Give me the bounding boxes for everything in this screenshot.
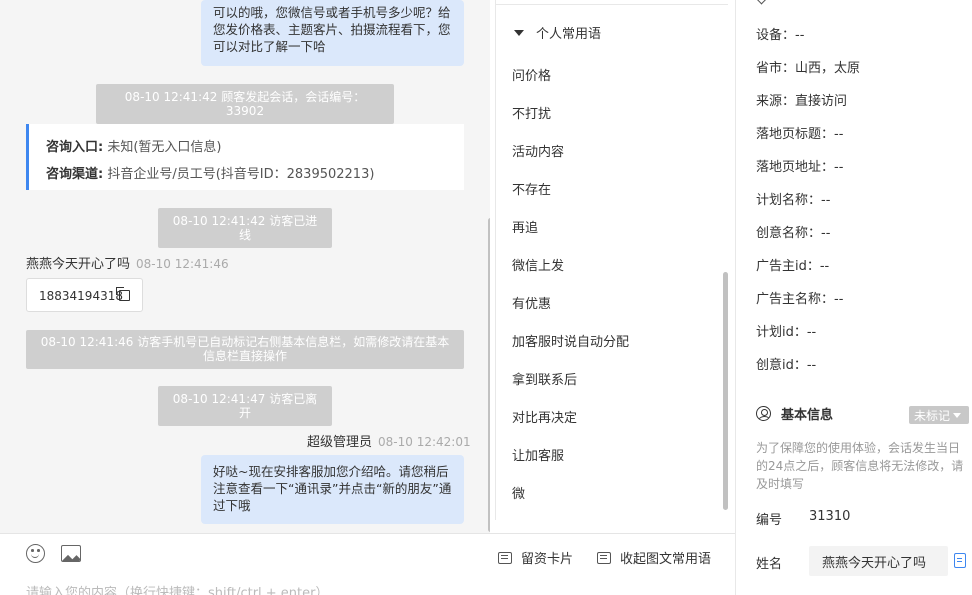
visitor-header: 燕燕今天开心了吗 08-10 12:41:46: [26, 253, 229, 272]
phrase-item[interactable]: 不存在: [512, 179, 551, 198]
entry-value: 未知(暂无入口信息): [107, 140, 222, 155]
entry-label: 咨询入口:: [46, 140, 104, 155]
phrase-item[interactable]: 有优惠: [512, 293, 551, 312]
phrase-item[interactable]: 对比再决定: [512, 407, 577, 426]
collapse-phrases-label: 收起图文常用语: [620, 552, 712, 567]
phrase-item[interactable]: 让加客服: [512, 445, 564, 464]
system-message: 08-10 12:41:42 顾客发起会话，会话编号：33902: [96, 84, 394, 124]
card-icon: [498, 551, 512, 564]
agent-message-bubble: 好哒~现在安排客服加您介绍哈。请您稍后注意查看一下“通讯录”并点击“新的朋友”通…: [201, 455, 464, 524]
tag-status-label: 未标记: [914, 409, 951, 423]
system-message: 08-10 12:41:47 访客已离开: [158, 386, 332, 426]
info-device: 设备：--: [756, 28, 805, 43]
chevron-down-icon[interactable]: [756, 0, 767, 5]
info-landing-title: 落地页标题：--: [756, 127, 844, 142]
visitor-phone-chip[interactable]: 18834194318: [26, 278, 143, 312]
info-note: 为了保障您的使用体验，会话发生当日的24点之后，顾客信息将无法修改，请及时填写: [756, 441, 964, 491]
user-icon: [756, 406, 771, 421]
id-label: 编号: [756, 513, 783, 528]
emoji-icon[interactable]: [26, 544, 45, 563]
info-region: 省市：山西，太原: [756, 61, 861, 76]
common-phrases-panel: 个人常用语 问价格 不打扰 活动内容 不存在 再追 微信上发 有优惠 加客服时说…: [496, 0, 735, 520]
agent-message-bubble: 可以的哦，您微信号或者手机号多少呢？给您发价格表、主题客片、拍摄流程看下，您可以…: [201, 0, 464, 66]
message-input-bar: 留资卡片 收起图文常用语 请输入您的内容（换行快捷键：shift/ctrl + …: [0, 533, 735, 595]
caret-down-icon: [514, 29, 524, 36]
channel-value: 抖音企业号/员工号(抖音号ID：2839502213): [107, 167, 375, 182]
channel-label: 咨询渠道:: [46, 167, 104, 182]
phrase-item[interactable]: 问价格: [512, 65, 551, 84]
agent-time: 08-10 12:42:01: [378, 435, 471, 449]
visitor-info-panel: 设备：-- 省市：山西，太原 来源：直接访问 落地页标题：-- 落地页地址：--…: [736, 0, 972, 595]
lead-card-label: 留资卡片: [521, 552, 574, 567]
visitor-time: 08-10 12:41:46: [136, 257, 229, 271]
document-icon[interactable]: [954, 553, 966, 568]
tag-status-dropdown[interactable]: 未标记: [909, 406, 969, 424]
info-landing-url: 落地页地址：--: [756, 160, 844, 175]
message-input[interactable]: 请输入您的内容（换行快捷键：shift/ctrl + enter）: [26, 582, 329, 595]
info-plan-id: 计划id：--: [756, 325, 817, 340]
phrases-scrollbar[interactable]: [723, 272, 728, 510]
caret-down-icon: [953, 413, 962, 418]
collapse-phrases-button[interactable]: 收起图文常用语: [597, 548, 711, 567]
phrase-item[interactable]: 不打扰: [512, 103, 551, 122]
info-creative-name: 创意名称：--: [756, 226, 831, 241]
phrases-icon: [597, 551, 611, 564]
phrase-item[interactable]: 微: [512, 483, 525, 502]
visitor-phone: 18834194318: [39, 289, 123, 303]
info-source: 来源：直接访问: [756, 94, 848, 109]
phrase-item[interactable]: 再追: [512, 217, 538, 236]
copy-icon[interactable]: [116, 287, 130, 301]
phrase-group-toggle[interactable]: 个人常用语: [514, 23, 601, 42]
info-advertiser-id: 广告主id：--: [756, 259, 830, 274]
phrases-top-border: [496, 0, 728, 5]
info-creative-id: 创意id：--: [756, 358, 817, 373]
image-icon[interactable]: [61, 545, 81, 562]
chat-panel: 可以的哦，您微信号或者手机号多少呢？给您发价格表、主题客片、拍摄流程看下，您可以…: [0, 0, 490, 533]
info-plan-name: 计划名称：--: [756, 193, 831, 208]
info-advertiser-name: 广告主名称：--: [756, 292, 844, 307]
phrase-item[interactable]: 微信上发: [512, 255, 564, 274]
name-field[interactable]: 燕燕今天开心了吗: [809, 546, 948, 576]
lead-card-button[interactable]: 留资卡片: [498, 548, 573, 567]
name-label: 姓名: [756, 557, 783, 572]
system-message: 08-10 12:41:46 访客手机号已自动标记右侧基本信息栏，如需修改请在基…: [26, 330, 464, 369]
phrase-item[interactable]: 活动内容: [512, 141, 564, 160]
id-value: 31310: [809, 509, 851, 524]
phrase-item[interactable]: 加客服时说自动分配: [512, 331, 629, 350]
phrase-group-title: 个人常用语: [536, 27, 602, 42]
visitor-name: 燕燕今天开心了吗: [26, 257, 131, 272]
agent-name: 超级管理员: [307, 435, 373, 450]
basic-info-title: 基本信息: [756, 404, 833, 423]
system-message: 08-10 12:41:42 访客已进线: [158, 208, 332, 248]
entry-info-card: 咨询入口: 未知(暂无入口信息) 咨询渠道: 抖音企业号/员工号(抖音号ID：2…: [26, 124, 464, 190]
agent-header: 超级管理员 08-10 12:42:01: [307, 431, 471, 450]
chat-scrollbar[interactable]: [488, 218, 490, 532]
phrase-item[interactable]: 拿到联系后: [512, 369, 577, 388]
basic-info-label: 基本信息: [781, 408, 834, 423]
